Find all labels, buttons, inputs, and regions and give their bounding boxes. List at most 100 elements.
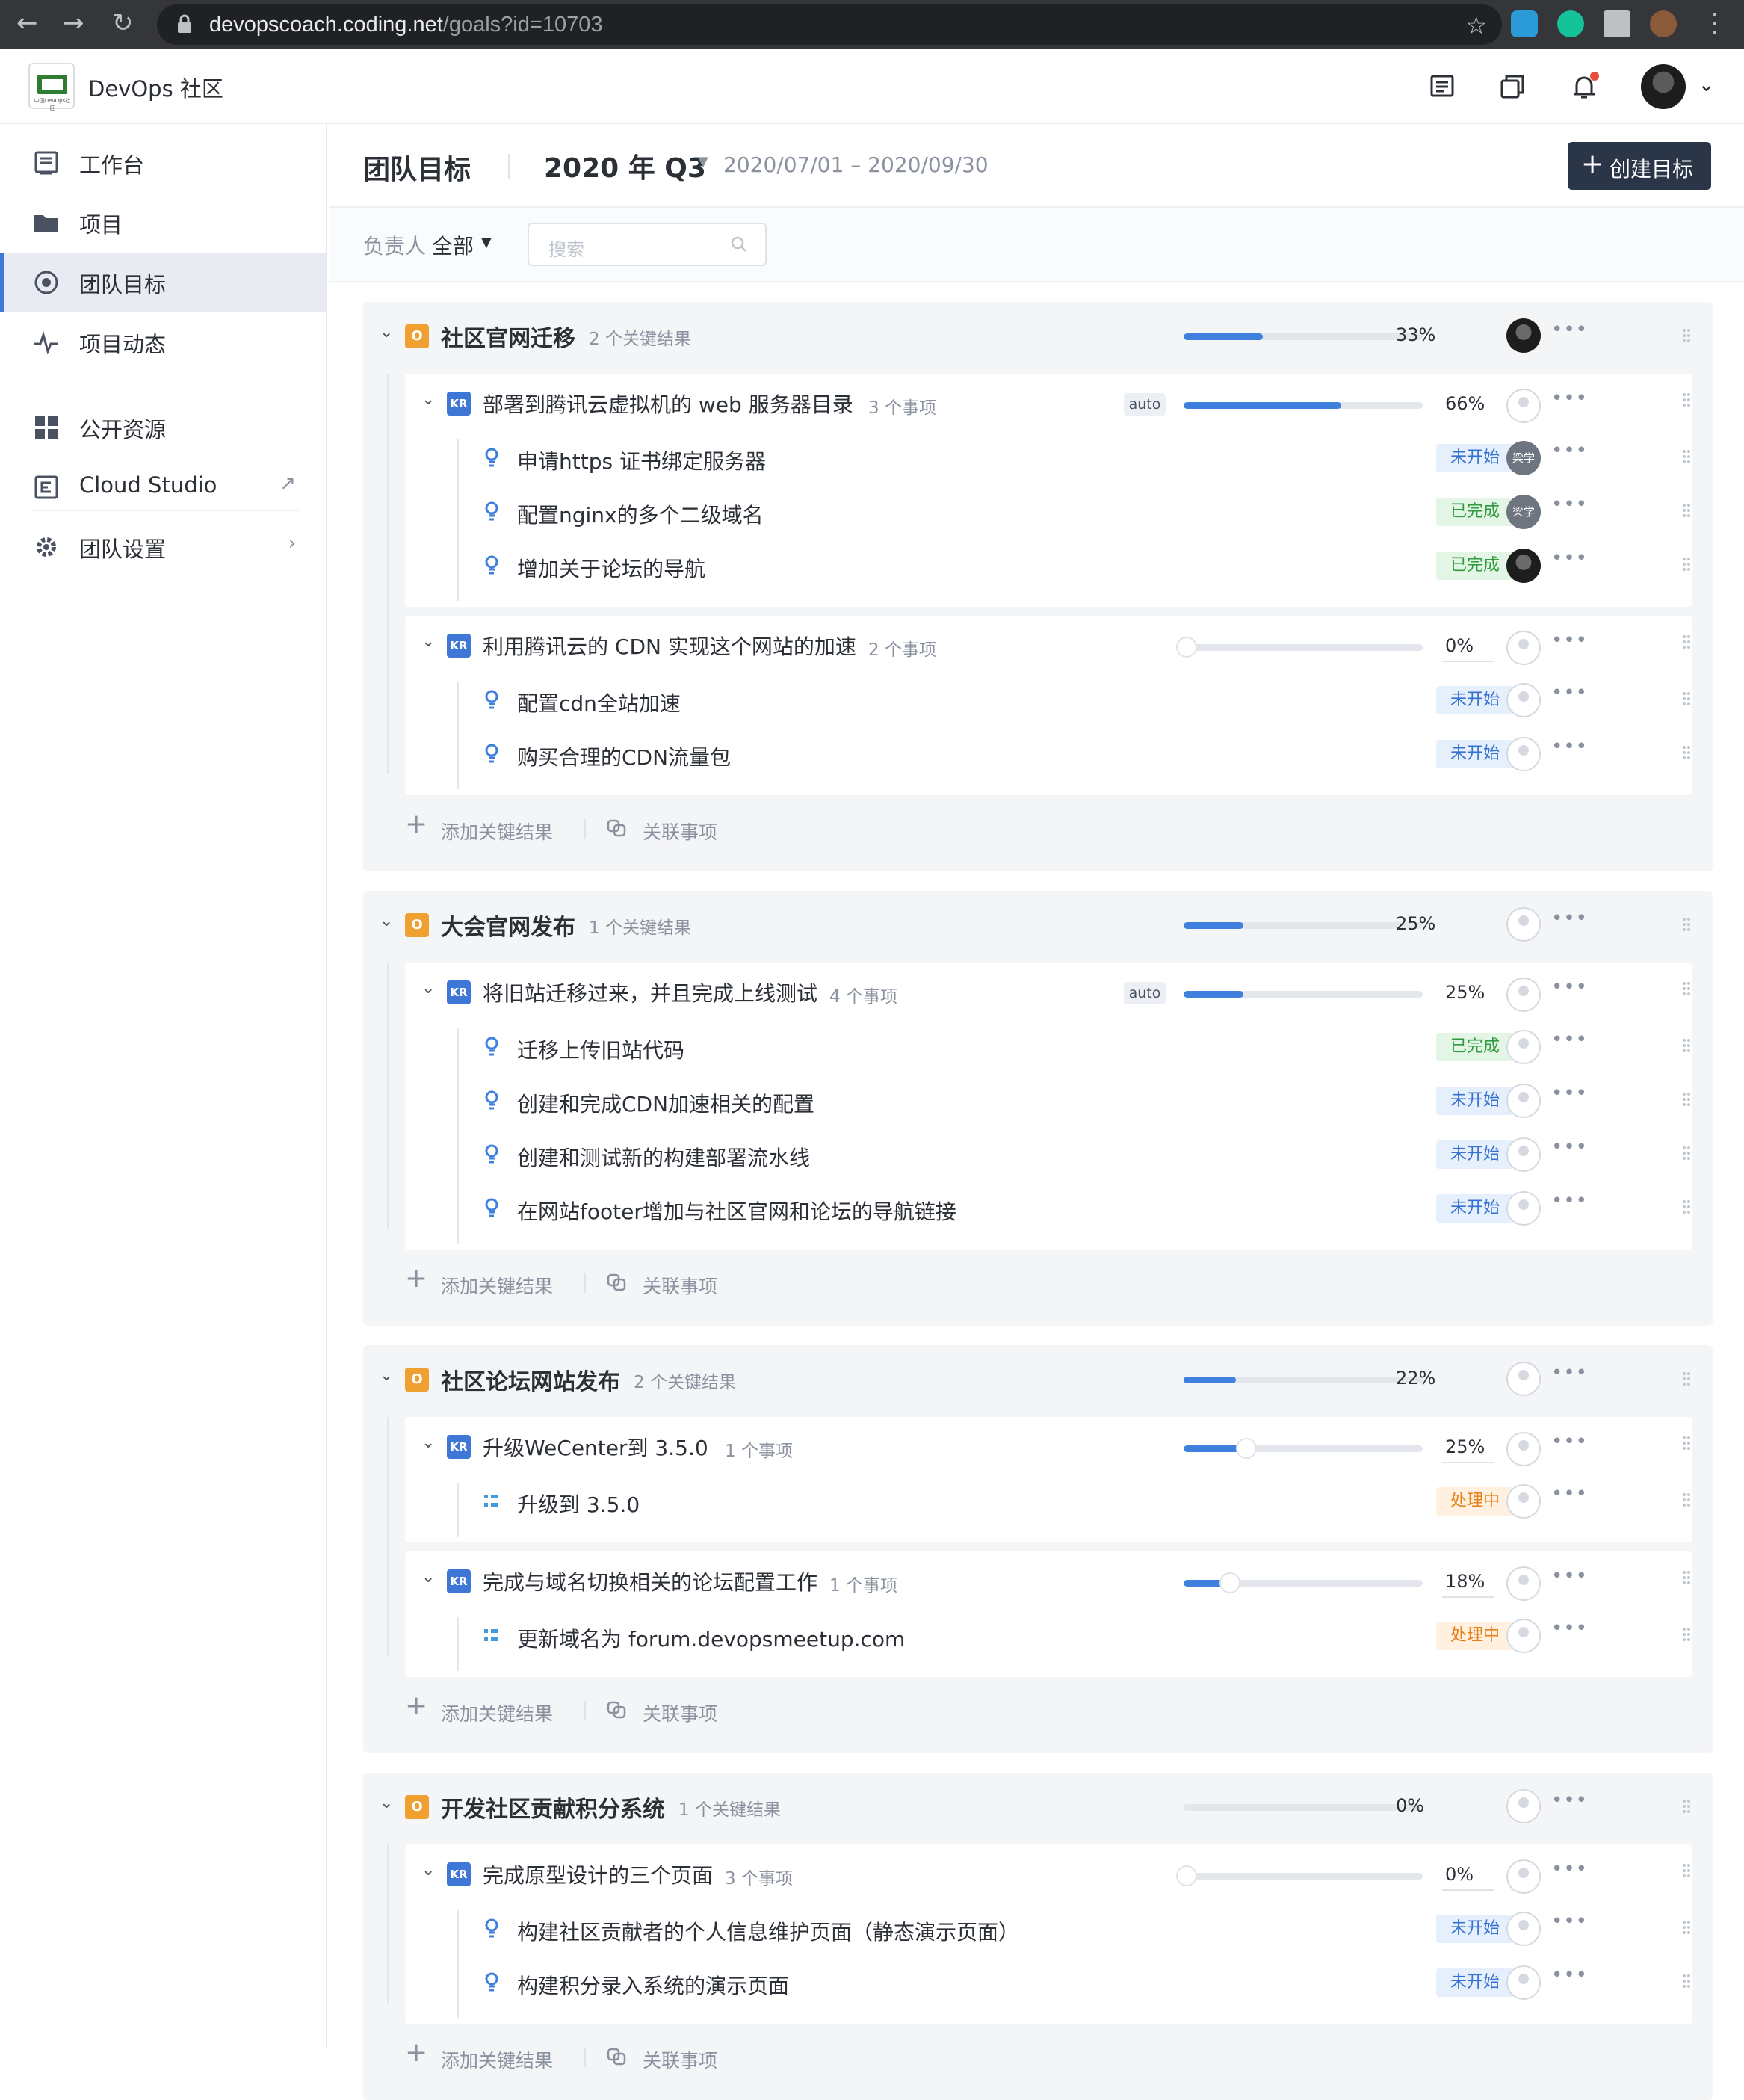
more-actions-icon[interactable]: ••• <box>1551 735 1588 758</box>
extensions-puzzle-icon[interactable] <box>1604 10 1630 37</box>
caret-down-icon[interactable]: ▼ <box>481 235 492 250</box>
bookmark-star-icon[interactable]: ☆ <box>1465 11 1487 40</box>
extension-translate-icon[interactable] <box>1511 10 1538 37</box>
drag-handle-icon[interactable] <box>1681 556 1692 572</box>
caret-down-icon[interactable]: ▼ <box>698 154 708 170</box>
status-badge[interactable]: 未开始 <box>1436 444 1514 472</box>
drag-handle-icon[interactable] <box>1681 691 1692 707</box>
extension-grammarly-icon[interactable] <box>1557 10 1584 37</box>
drag-handle-icon[interactable] <box>1681 980 1692 997</box>
drag-handle-icon[interactable] <box>1681 1145 1692 1161</box>
status-badge[interactable]: 未开始 <box>1436 686 1514 714</box>
drag-handle-icon[interactable] <box>1681 1371 1692 1387</box>
user-avatar[interactable] <box>1641 64 1686 109</box>
profile-avatar-icon[interactable] <box>1650 10 1677 37</box>
unassigned-avatar[interactable] <box>1506 1084 1541 1118</box>
sidebar-item-cloud-studio[interactable]: Cloud Studio ↗ <box>0 457 326 517</box>
status-badge[interactable]: 未开始 <box>1436 1140 1514 1169</box>
sidebar-item-projects[interactable]: 项目 <box>0 193 326 253</box>
status-badge[interactable]: 已完成 <box>1436 1033 1514 1061</box>
unassigned-avatar[interactable] <box>1506 737 1541 771</box>
more-actions-icon[interactable]: ••• <box>1551 439 1588 462</box>
sidebar-item-team-goals[interactable]: 团队目标 <box>0 253 326 312</box>
kr-title[interactable]: 将旧站迁移过来，并且完成上线测试 <box>483 978 817 1007</box>
objective-title[interactable]: 开发社区贡献积分系统 <box>441 1791 665 1823</box>
sidebar-item-team-settings[interactable]: 团队设置 › <box>0 517 326 577</box>
plus-icon[interactable]: + <box>405 1690 427 1721</box>
item-title[interactable]: 购买合理的CDN流量包 <box>517 741 731 771</box>
drag-handle-icon[interactable] <box>1681 1919 1692 1936</box>
drag-handle-icon[interactable] <box>1681 634 1692 650</box>
assignee-avatar[interactable]: 梁学 <box>1506 495 1541 529</box>
add-key-result-link[interactable]: 添加关键结果 <box>441 2046 553 2073</box>
add-key-result-link[interactable]: 添加关键结果 <box>441 1272 553 1299</box>
drag-handle-icon[interactable] <box>1681 327 1692 344</box>
assignee-avatar[interactable]: 梁学 <box>1506 441 1541 475</box>
progress-slider-handle[interactable] <box>1236 1438 1257 1459</box>
add-key-result-link[interactable]: 添加关键结果 <box>441 818 553 844</box>
collapse-toggle-icon[interactable]: ⌄ <box>421 632 435 651</box>
kr-title[interactable]: 完成与域名切换相关的论坛配置工作 <box>483 1566 817 1596</box>
add-key-result-link[interactable]: 添加关键结果 <box>441 1699 553 1726</box>
progress-slider-handle[interactable] <box>1176 1865 1197 1886</box>
drag-handle-icon[interactable] <box>1681 1199 1692 1215</box>
status-badge[interactable]: 已完成 <box>1436 498 1514 526</box>
drag-handle-icon[interactable] <box>1681 1798 1692 1815</box>
more-actions-icon[interactable]: ••• <box>1551 907 1588 930</box>
more-actions-icon[interactable]: ••• <box>1551 1362 1588 1384</box>
kr-title[interactable]: 升级WeCenter到 3.5.0 <box>483 1432 708 1462</box>
plus-icon[interactable]: + <box>405 1263 427 1294</box>
unassigned-avatar[interactable] <box>1506 1484 1541 1519</box>
more-actions-icon[interactable]: ••• <box>1551 1136 1588 1158</box>
more-actions-icon[interactable]: ••• <box>1551 629 1588 652</box>
drag-handle-icon[interactable] <box>1681 448 1692 465</box>
kr-title[interactable]: 完成原型设计的三个页面 <box>483 1859 713 1889</box>
collapse-toggle-icon[interactable]: ⌄ <box>421 390 435 409</box>
objective-title[interactable]: 社区论坛网站发布 <box>441 1363 620 1396</box>
more-actions-icon[interactable]: ••• <box>1551 1483 1588 1505</box>
more-actions-icon[interactable]: ••• <box>1551 1565 1588 1587</box>
collapse-toggle-icon[interactable]: ⌄ <box>380 912 393 930</box>
more-actions-icon[interactable]: ••• <box>1551 1789 1588 1812</box>
progress-slider-handle[interactable] <box>1219 1572 1240 1593</box>
item-title[interactable]: 更新域名为 forum.devopsmeetup.com <box>517 1623 905 1653</box>
copy-icon[interactable] <box>1497 72 1527 102</box>
status-badge[interactable]: 未开始 <box>1436 1968 1514 1997</box>
unassigned-avatar[interactable] <box>1506 1859 1541 1894</box>
assignee-avatar[interactable] <box>1506 318 1541 353</box>
assignee-avatar[interactable] <box>1506 549 1541 583</box>
link-items-link[interactable]: 关联事项 <box>643 1272 717 1299</box>
kr-title[interactable]: 部署到腾讯云虚拟机的 web 服务器目录 <box>483 389 853 419</box>
progress-slider-handle[interactable] <box>1176 637 1197 658</box>
more-actions-icon[interactable]: ••• <box>1551 1910 1588 1933</box>
item-title[interactable]: 创建和测试新的构建部署流水线 <box>517 1142 810 1172</box>
chevron-down-icon[interactable]: ⌄ <box>1698 72 1715 96</box>
drag-handle-icon[interactable] <box>1681 1435 1692 1451</box>
status-badge[interactable]: 处理中 <box>1436 1622 1514 1650</box>
link-items-link[interactable]: 关联事项 <box>643 2046 717 2073</box>
bell-icon[interactable] <box>1569 72 1599 102</box>
drag-handle-icon[interactable] <box>1681 916 1692 933</box>
unassigned-avatar[interactable] <box>1506 1619 1541 1653</box>
more-actions-icon[interactable]: ••• <box>1551 493 1588 516</box>
kr-title[interactable]: 利用腾讯云的 CDN 实现这个网站的加速 <box>483 631 856 661</box>
collapse-toggle-icon[interactable]: ⌄ <box>421 1433 435 1452</box>
link-items-link[interactable]: 关联事项 <box>643 1699 717 1726</box>
status-badge[interactable]: 已完成 <box>1436 552 1514 580</box>
more-actions-icon[interactable]: ••• <box>1551 1190 1588 1212</box>
unassigned-avatar[interactable] <box>1506 1965 1541 2000</box>
sidebar-item-activity[interactable]: 项目动态 <box>0 312 326 372</box>
kr-percent[interactable]: 0% <box>1445 1864 1474 1885</box>
drag-handle-icon[interactable] <box>1681 1091 1692 1108</box>
plus-icon[interactable]: + <box>405 809 427 839</box>
more-actions-icon[interactable]: ••• <box>1551 1858 1588 1880</box>
objective-title[interactable]: 大会官网发布 <box>441 909 575 942</box>
unassigned-avatar[interactable] <box>1506 389 1541 423</box>
more-actions-icon[interactable]: ••• <box>1551 387 1588 410</box>
notes-icon[interactable] <box>1427 72 1457 102</box>
unassigned-avatar[interactable] <box>1506 1030 1541 1064</box>
create-goal-button[interactable]: + 创建目标 <box>1568 142 1711 190</box>
collapse-toggle-icon[interactable]: ⌄ <box>421 979 435 998</box>
collapse-toggle-icon[interactable]: ⌄ <box>421 1568 435 1587</box>
owner-filter-select[interactable]: 全部 <box>432 230 474 260</box>
